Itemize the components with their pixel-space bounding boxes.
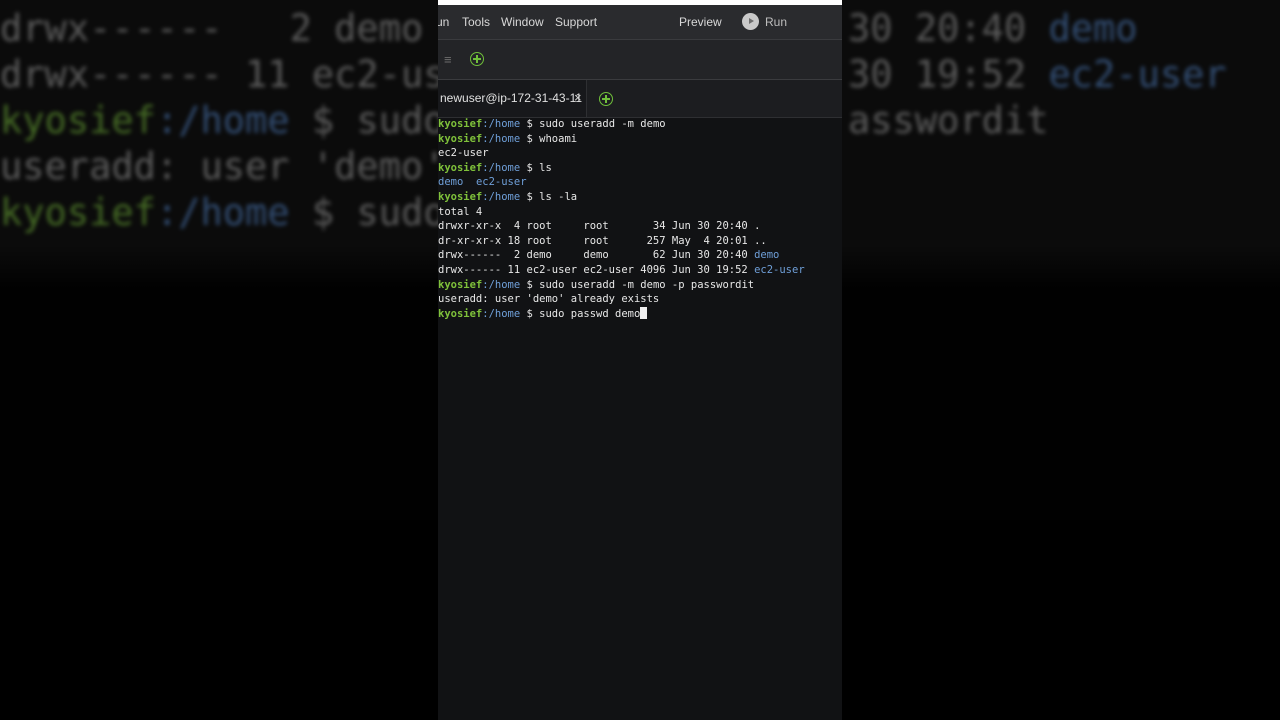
terminal-line: dr-xr-xr-x 18 root root 257 May 4 20:01 … [438, 234, 842, 249]
terminal-text: $ whoami [520, 132, 578, 145]
menu-support[interactable]: Support [555, 15, 597, 29]
plus-circle-icon[interactable] [470, 52, 484, 66]
close-icon[interactable]: × [574, 90, 582, 105]
play-icon[interactable] [742, 13, 759, 30]
terminal-output[interactable]: kyosief:/home $ sudo useradd -m demo kyos… [438, 117, 842, 321]
terminal-line: kyosief:/home $ sudo passwd demo [438, 306, 842, 322]
terminal-line: kyosief:/home $ sudo useradd -m demo [438, 117, 842, 132]
terminal-line: useradd: user 'demo' already exists [438, 292, 842, 307]
tab-terminal[interactable]: newuser@ip-172-31-43-11 × [438, 80, 587, 117]
run-button[interactable]: Run [765, 15, 787, 29]
hamburger-icon[interactable]: ≡ [444, 52, 452, 67]
terminal-line: kyosief:/home $ sudo useradd -m demo -p … [438, 278, 842, 293]
terminal-line: ec2-user [438, 146, 842, 161]
directory-name: ec2-user [754, 263, 805, 276]
menu-window[interactable]: Window [501, 15, 544, 29]
prompt-user: kyosief [438, 278, 483, 291]
menu-run-partial[interactable]: un [438, 15, 449, 29]
terminal-line: drwx------ 2 demo demo 62 Jun 30 20:40 d… [438, 248, 842, 263]
terminal-text: ec2-user [438, 147, 489, 160]
new-tab-plus-icon[interactable] [599, 92, 613, 106]
prompt-user: kyosief [438, 132, 483, 145]
terminal-text: dr-xr-xr-x 18 root root 257 May 4 20:01 … [438, 234, 767, 247]
terminal-text: $ sudo passwd demo [520, 307, 641, 320]
terminal-line: kyosief:/home $ ls -la [438, 190, 842, 205]
terminal-text: $ ls -la [520, 190, 578, 203]
terminal-line: demo ec2-user [438, 175, 842, 190]
directory-name: demo [438, 176, 464, 189]
prompt-user: kyosief [438, 161, 483, 174]
terminal-text: drwxr-xr-x 4 root root 34 Jun 30 20:40 . [438, 220, 761, 233]
video-frame: drwx------ 2 demodrwx------ 11 ec2-useky… [0, 0, 1280, 720]
prompt-user: kyosief [438, 118, 483, 130]
terminal-text: useradd: user 'demo' already exists [438, 293, 660, 306]
terminal-line: drwx------ 11 ec2-user ec2-user 4096 Jun… [438, 263, 842, 278]
prompt-path: :/home [482, 190, 521, 203]
ide-window: un Tools Window Support Preview Run ≡ ne… [438, 0, 842, 720]
terminal-line: drwxr-xr-x 4 root root 34 Jun 30 20:40 . [438, 219, 842, 234]
directory-name: ec2-user [475, 176, 527, 189]
blurred-background-right: 30 20:40 demo30 19:52 ec2-userasswordit [842, 0, 1280, 720]
terminal-line: kyosief:/home $ ls [438, 161, 842, 176]
prompt-path: :/home [482, 132, 521, 145]
prompt-user: kyosief [438, 190, 483, 203]
prompt-path: :/home [482, 307, 521, 320]
terminal-text: $ ls [520, 161, 552, 174]
blurred-background-left: drwx------ 2 demodrwx------ 11 ec2-useky… [0, 0, 438, 720]
menu-bar: un Tools Window Support Preview Run [438, 5, 842, 39]
directory-name: demo [754, 249, 780, 262]
terminal-text: drwx------ 11 ec2-user ec2-user 4096 Jun… [438, 263, 755, 276]
tab-label: newuser@ip-172-31-43-11 [440, 91, 583, 105]
toolbar: ≡ [438, 39, 842, 80]
prompt-path: :/home [482, 278, 521, 291]
terminal-cursor [640, 306, 648, 319]
terminal-text: $ sudo useradd -m demo [520, 118, 666, 130]
terminal-text: drwx------ 2 demo demo 62 Jun 30 20:40 [438, 249, 755, 262]
preview-button[interactable]: Preview [679, 15, 722, 29]
terminal-text: total 4 [438, 205, 483, 218]
terminal-text: $ sudo useradd -m demo -p passwordit [520, 278, 755, 291]
terminal-line: total 4 [438, 205, 842, 220]
prompt-user: kyosief [438, 307, 483, 320]
terminal-line: kyosief:/home $ whoami [438, 132, 842, 147]
menu-tools[interactable]: Tools [462, 15, 490, 29]
prompt-path: :/home [482, 161, 521, 174]
prompt-path: :/home [482, 118, 521, 130]
terminal-tab-bar: newuser@ip-172-31-43-11 × [438, 80, 842, 118]
